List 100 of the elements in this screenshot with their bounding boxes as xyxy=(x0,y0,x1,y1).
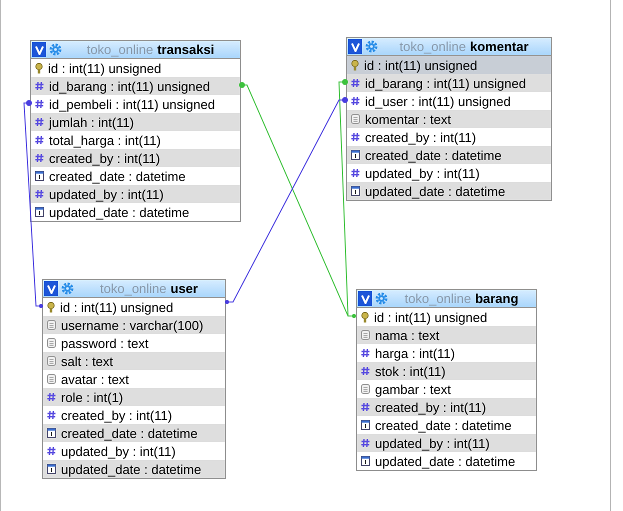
hash-icon xyxy=(35,117,44,127)
field-label: id : int(11) unsigned xyxy=(60,300,174,314)
table-card[interactable] xyxy=(42,279,226,479)
field-label: harga : int(11) xyxy=(375,346,455,360)
field-label: created_by : int(11) xyxy=(49,150,160,166)
field-row[interactable]: nama : text xyxy=(357,326,536,344)
table-card[interactable] xyxy=(346,37,552,201)
hash-icon xyxy=(35,189,44,199)
toggle-icon[interactable] xyxy=(32,42,46,57)
gear-icon[interactable] xyxy=(375,292,388,305)
field-label: gambar : text xyxy=(375,382,451,396)
calendar-icon xyxy=(47,464,56,474)
field-label: id_barang : int(11) unsigned xyxy=(49,78,210,94)
field-row[interactable]: updated_by : int(11) xyxy=(357,434,536,452)
hash-icon xyxy=(35,135,44,145)
field-row[interactable]: updated_date : datetime xyxy=(347,182,551,200)
field-label: created_date : datetime xyxy=(49,168,186,184)
table-title: toko_online barang xyxy=(404,291,520,306)
gear-icon[interactable] xyxy=(365,40,378,53)
gear-icon[interactable] xyxy=(49,43,62,56)
field-row[interactable]: id_barang : int(11) unsigned xyxy=(31,77,240,95)
field-label: password : text xyxy=(61,336,148,350)
field-label: id : int(11) unsigned xyxy=(374,310,488,324)
field-label: created_date : datetime xyxy=(375,418,512,432)
field-row[interactable]: created_date : datetime xyxy=(347,146,551,164)
field-label: created_by : int(11) xyxy=(61,408,172,422)
field-row[interactable]: updated_by : int(11) xyxy=(31,185,240,203)
field-row[interactable]: jumlah : int(11) xyxy=(31,113,240,131)
document-icon xyxy=(47,338,56,348)
toggle-icon[interactable] xyxy=(348,39,362,54)
document-icon xyxy=(361,330,370,340)
field-row[interactable]: updated_date : datetime xyxy=(43,460,225,478)
field-row[interactable]: created_by : int(11) xyxy=(31,149,240,167)
field-label: updated_by : int(11) xyxy=(375,436,490,450)
field-label: updated_date : datetime xyxy=(61,462,202,476)
field-label: updated_by : int(11) xyxy=(61,444,176,458)
table-card[interactable]: toko_online barang id : int(11) unsigned nama : text harga : int(11) stok : int(11) gambar : text created_by : int(11) created_date : datetime updated_by : int(11) updated_date : datetime xyxy=(356,289,537,471)
field-label: stok : int(11) xyxy=(375,364,446,378)
calendar-icon xyxy=(351,150,360,160)
field-label: created_date : datetime xyxy=(61,426,198,440)
key-icon xyxy=(35,62,43,74)
document-icon xyxy=(47,320,56,330)
table-title: toko_online transaksi xyxy=(86,42,216,57)
field-label: komentar : text xyxy=(365,112,451,126)
field-row[interactable]: username : varchar(100) xyxy=(43,316,225,334)
table-header[interactable]: toko_online transaksi xyxy=(31,41,240,59)
key-icon xyxy=(351,60,359,70)
hash-icon xyxy=(351,78,360,88)
hash-icon xyxy=(35,99,44,109)
table-title: toko_online komentar xyxy=(398,39,530,54)
field-label: created_by : int(11) xyxy=(365,130,476,144)
field-label: total_harga : int(11) xyxy=(49,132,161,148)
field-label: id_user : int(11) unsigned xyxy=(365,94,511,108)
field-label: updated_by : int(11) xyxy=(49,186,164,202)
field-label: created_by : int(11) xyxy=(375,400,486,414)
hash-icon xyxy=(35,81,44,91)
field-label: updated_by : int(11) xyxy=(365,166,480,180)
document-icon xyxy=(361,384,370,394)
field-label: id : int(11) unsigned xyxy=(48,60,162,76)
field-row[interactable]: id_barang : int(11) unsigned xyxy=(347,74,551,92)
field-row[interactable]: role : int(1) xyxy=(43,388,225,406)
key-icon xyxy=(47,302,55,312)
calendar-icon xyxy=(361,456,370,466)
field-label: username : varchar(100) xyxy=(61,318,204,332)
key-icon xyxy=(361,312,369,322)
field-row[interactable]: id : int(11) unsigned xyxy=(347,56,551,74)
calendar-icon xyxy=(35,207,44,217)
table-header[interactable]: toko_online barang xyxy=(357,290,536,308)
field-label: salt : text xyxy=(61,354,114,368)
field-label: id_pembeli : int(11) unsigned xyxy=(49,96,215,112)
calendar-icon xyxy=(47,428,56,438)
field-row[interactable]: salt : text xyxy=(43,352,225,370)
toggle-icon[interactable] xyxy=(44,281,58,296)
field-label: avatar : text xyxy=(61,372,129,386)
calendar-icon xyxy=(361,420,370,430)
hash-icon xyxy=(361,366,370,376)
gear-icon[interactable] xyxy=(61,282,74,295)
field-row[interactable]: created_date : datetime xyxy=(43,424,225,442)
table-header[interactable]: toko_online user xyxy=(43,280,225,298)
hash-icon xyxy=(47,446,56,456)
field-row[interactable]: komentar : text xyxy=(347,110,551,128)
field-row[interactable]: created_by : int(11) xyxy=(357,398,536,416)
document-icon xyxy=(47,374,56,384)
hash-icon xyxy=(47,392,56,402)
table-card[interactable] xyxy=(30,40,241,222)
field-label: id_barang : int(11) unsigned xyxy=(365,76,526,90)
hash-icon xyxy=(47,410,56,420)
toggle-icon[interactable] xyxy=(358,291,372,306)
field-label: updated_date : datetime xyxy=(49,204,190,220)
field-row[interactable]: stok : int(11) xyxy=(357,362,536,380)
table-title: toko_online user xyxy=(99,281,199,296)
table-header[interactable]: toko_online komentar xyxy=(347,38,551,56)
hash-icon xyxy=(361,348,370,358)
field-label: id : int(11) unsigned xyxy=(364,58,478,72)
field-label: created_date : datetime xyxy=(365,148,502,162)
calendar-icon xyxy=(35,171,44,181)
hash-icon xyxy=(35,153,44,163)
field-label: jumlah : int(11) xyxy=(49,114,134,130)
hash-icon xyxy=(351,96,360,106)
document-icon xyxy=(351,114,360,124)
